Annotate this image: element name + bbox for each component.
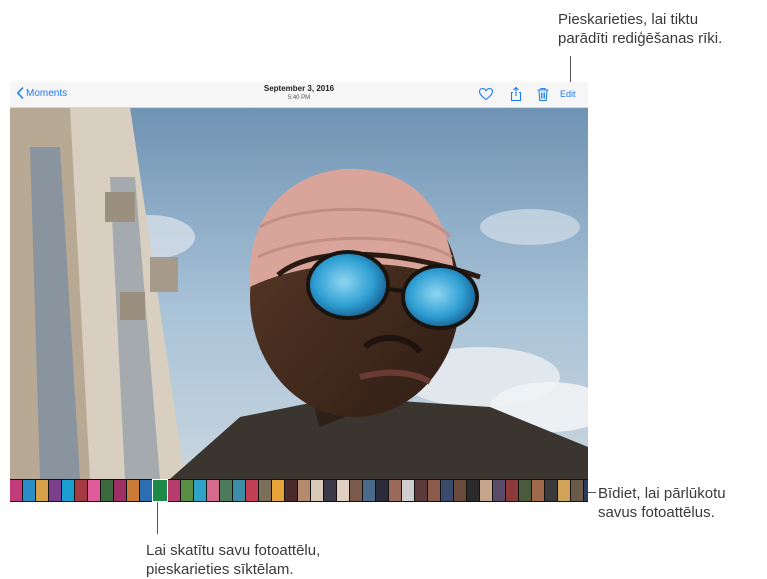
- photo-thumbnail[interactable]: [532, 480, 544, 501]
- photo-thumbnail[interactable]: [152, 479, 168, 502]
- photo-thumbnail[interactable]: [324, 480, 336, 501]
- photo-thumbnail[interactable]: [467, 480, 479, 501]
- photo-thumbnail[interactable]: [101, 480, 113, 501]
- photo-thumbnail[interactable]: [88, 480, 100, 501]
- thumbnail-strip[interactable]: [10, 479, 588, 502]
- photo-thumbnail[interactable]: [350, 480, 362, 501]
- photo-thumbnail[interactable]: [259, 480, 271, 501]
- photo-thumbnail[interactable]: [389, 480, 401, 501]
- photo-thumbnail[interactable]: [23, 480, 35, 501]
- photo-thumbnail[interactable]: [454, 480, 466, 501]
- photo-toolbar: Moments September 3, 2016 5:40 PM Edit: [10, 82, 588, 108]
- photo-thumbnail[interactable]: [441, 480, 453, 501]
- photo-thumbnail[interactable]: [140, 480, 152, 501]
- photo-thumbnail[interactable]: [493, 480, 505, 501]
- photo-thumbnail[interactable]: [545, 480, 557, 501]
- callout-edit-tools: Pieskarieties, lai tiktu parādīti rediģē…: [558, 10, 722, 48]
- photo-thumbnail[interactable]: [415, 480, 427, 501]
- callout-line: Pieskarieties, lai tiktu: [558, 11, 699, 28]
- photo-thumbnail[interactable]: [584, 480, 588, 501]
- callout-tap-thumbnail: Lai skatītu savu fotoattēlu, pieskarieti…: [146, 541, 320, 579]
- photo-thumbnail[interactable]: [519, 480, 531, 501]
- photo-thumbnail[interactable]: [62, 480, 74, 501]
- photo-thumbnail[interactable]: [376, 480, 388, 501]
- photo-thumbnail[interactable]: [168, 480, 180, 501]
- photo-date: September 3, 2016: [263, 84, 335, 93]
- photo-thumbnail[interactable]: [194, 480, 206, 501]
- edit-button[interactable]: Edit: [560, 89, 576, 99]
- photo-time: 5:40 PM: [287, 95, 311, 101]
- callout-line: Lai skatītu savu fotoattēlu,: [146, 542, 321, 559]
- photo-thumbnail[interactable]: [480, 480, 492, 501]
- photo-thumbnail[interactable]: [49, 480, 61, 501]
- photo-thumbnail[interactable]: [272, 480, 284, 501]
- photo-thumbnail[interactable]: [558, 480, 570, 501]
- photo-thumbnail[interactable]: [233, 480, 245, 501]
- callout-line: parādīti rediģēšanas rīki.: [558, 30, 723, 47]
- photo-thumbnail[interactable]: [10, 480, 22, 501]
- photo-portrait-sunglasses: [10, 107, 588, 479]
- ipad-photo-viewer: Moments September 3, 2016 5:40 PM Edit: [10, 82, 588, 502]
- trash-icon[interactable]: [535, 86, 551, 102]
- photo-thumbnail[interactable]: [181, 480, 193, 501]
- photo-thumbnail[interactable]: [337, 480, 349, 501]
- share-icon[interactable]: [508, 86, 524, 102]
- photo-thumbnail[interactable]: [127, 480, 139, 501]
- photo-thumbnail[interactable]: [220, 480, 232, 501]
- heart-icon[interactable]: [478, 86, 494, 102]
- callout-line: Bīdiet, lai pārlūkotu: [598, 485, 726, 502]
- leader-line: [157, 498, 158, 534]
- photo-thumbnail[interactable]: [285, 480, 297, 501]
- photo-thumbnail[interactable]: [246, 480, 258, 501]
- photo-thumbnail[interactable]: [428, 480, 440, 501]
- photo-thumbnail[interactable]: [75, 480, 87, 501]
- callout-line: savus fotoattēlus.: [598, 504, 715, 521]
- photo-thumbnail[interactable]: [311, 480, 323, 501]
- date-header: September 3, 2016 5:40 PM: [10, 84, 588, 102]
- photo-thumbnail[interactable]: [207, 480, 219, 501]
- photo-thumbnail[interactable]: [402, 480, 414, 501]
- callout-browse-photos: Bīdiet, lai pārlūkotu savus fotoattēlus.: [598, 484, 726, 522]
- photo-thumbnail[interactable]: [36, 480, 48, 501]
- photo-thumbnail[interactable]: [298, 480, 310, 501]
- photo-thumbnail[interactable]: [114, 480, 126, 501]
- photo-thumbnail[interactable]: [571, 480, 583, 501]
- callout-line: pieskarieties sīktēlam.: [146, 561, 294, 578]
- photo-thumbnail[interactable]: [363, 480, 375, 501]
- photo-thumbnail[interactable]: [506, 480, 518, 501]
